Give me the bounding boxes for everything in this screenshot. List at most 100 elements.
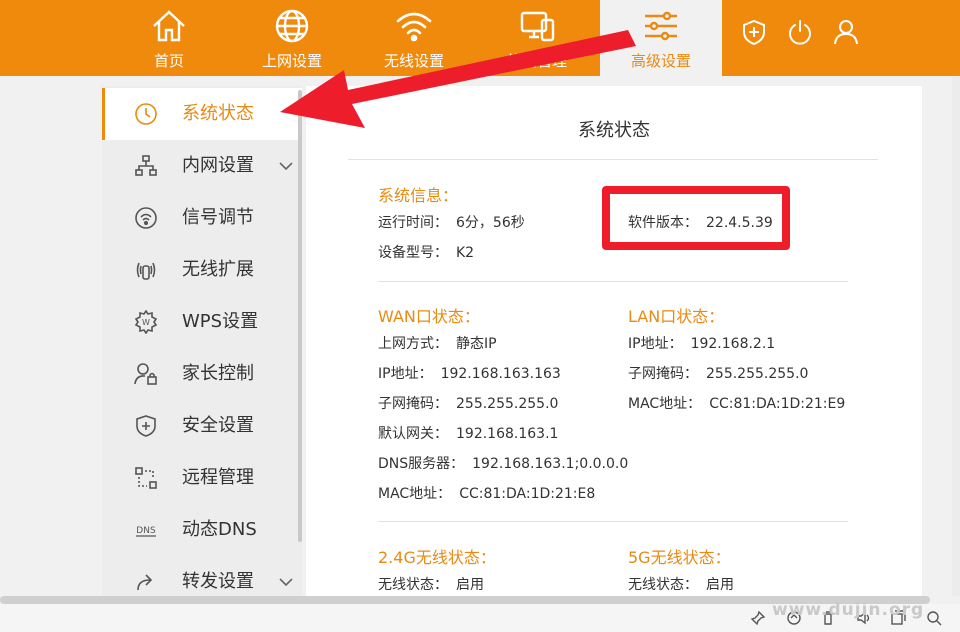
- nav-label: 终端管理: [506, 52, 567, 70]
- dns-icon: DNS: [136, 526, 156, 537]
- sliders-icon: [645, 11, 677, 41]
- network-icon: [135, 155, 157, 176]
- chevron-down-icon[interactable]: [278, 574, 294, 590]
- home-icon: [153, 10, 185, 42]
- uptime-row: 运行时间： 6分，56秒: [378, 212, 525, 232]
- page-vertical-scrollbar[interactable]: [952, 76, 960, 596]
- sidebar-item-signal-adjust[interactable]: 信号调节: [102, 192, 302, 244]
- sidebar-item-label: 远程管理: [182, 467, 254, 488]
- shield-plus-icon[interactable]: [740, 18, 768, 46]
- sidebar-item-system-status[interactable]: 系统状态: [102, 88, 302, 140]
- nav-label: 首页: [153, 52, 184, 70]
- sidebar-item-label: 系统状态: [182, 103, 254, 124]
- model-row: 设备型号： K2: [378, 242, 474, 262]
- software-version-label: 软件版本：: [628, 215, 698, 231]
- top-nav-bar: 首页 上网设置 无线设置 终端管理 高级设置: [0, 0, 960, 76]
- software-version-row: 软件版本： 22.4.5.39: [628, 212, 773, 232]
- sidebar-item-security[interactable]: 安全设置: [102, 400, 302, 452]
- sidebar-item-parental-control[interactable]: 家长控制: [102, 348, 302, 400]
- wifi-5g-status-value: 启用: [706, 577, 734, 593]
- lan-row-value: 255.255.255.0: [706, 366, 809, 382]
- lan-row-label: IP地址：: [628, 336, 683, 352]
- nav-label: 高级设置: [630, 52, 691, 70]
- wan-row-label: 子网掩码：: [378, 396, 448, 412]
- sidebar-scrollbar[interactable]: [298, 90, 302, 542]
- wan-row: 默认网关： 192.168.163.1: [378, 423, 558, 443]
- sidebar-item-ddns[interactable]: DNS 动态DNS: [102, 504, 302, 556]
- uptime-label: 运行时间：: [378, 215, 448, 231]
- sidebar-item-label: 家长控制: [182, 363, 254, 384]
- nav-advanced-settings[interactable]: 高级设置: [600, 0, 722, 76]
- chevron-down-icon[interactable]: [278, 158, 294, 174]
- wan-row-label: IP地址：: [378, 366, 433, 382]
- remote-icon: [135, 467, 157, 489]
- lan-status-title: LAN口状态：: [628, 307, 725, 326]
- software-version-value: 22.4.5.39: [706, 215, 773, 231]
- model-value: K2: [456, 245, 475, 261]
- user-icon[interactable]: [832, 18, 860, 46]
- wan-row-value: CC:81:DA:1D:21:E8: [459, 486, 596, 502]
- wifi-24g-status-value: 启用: [456, 577, 484, 593]
- lan-row: MAC地址： CC:81:DA:1D:21:E9: [628, 393, 845, 413]
- sidebar-item-label: 动态DNS: [182, 519, 257, 540]
- wan-row-value: 192.168.163.1: [456, 426, 559, 442]
- pin-icon[interactable]: [750, 610, 766, 626]
- signal-icon: [135, 207, 157, 229]
- nav-home[interactable]: 首页: [108, 0, 230, 76]
- sidebar-item-wireless-extend[interactable]: 无线扩展: [102, 244, 302, 296]
- sidebar: 系统状态 内网设置 信号调节 无线扩展 W WPS设置 家长控制 安全设置 远程…: [102, 86, 302, 596]
- section-divider: [378, 281, 848, 282]
- sidebar-item-forwarding[interactable]: 转发设置: [102, 556, 302, 596]
- wifi-24g-status-label: 无线状态：: [378, 577, 448, 593]
- wan-row-label: DNS服务器：: [378, 456, 465, 472]
- lan-row-value: CC:81:DA:1D:21:E9: [709, 396, 846, 412]
- nav-label: 上网设置: [261, 52, 322, 70]
- nav-terminal-management[interactable]: 终端管理: [476, 0, 598, 76]
- parent-lock-icon: [134, 363, 157, 385]
- sidebar-item-lan-settings[interactable]: 内网设置: [102, 140, 302, 192]
- wifi-24g-status-row: 无线状态： 启用: [378, 574, 484, 594]
- svg-text:W: W: [142, 318, 150, 327]
- main-panel: 系统状态 系统信息： 运行时间： 6分，56秒 设备型号： K2 WAN口状态： 上…: [306, 86, 922, 596]
- sidebar-item-label: 无线扩展: [182, 259, 254, 280]
- nav-internet-settings[interactable]: 上网设置: [231, 0, 353, 76]
- watermark: www.dujin.org: [772, 600, 925, 620]
- wan-row: MAC地址： CC:81:DA:1D:21:E8: [378, 483, 595, 503]
- globe-icon: [275, 9, 309, 43]
- wan-row: 子网掩码： 255.255.255.0: [378, 393, 558, 413]
- section-divider: [378, 521, 848, 522]
- svg-text:DNS: DNS: [136, 526, 156, 536]
- wifi-5g-status-label: 无线状态：: [628, 577, 698, 593]
- sidebar-item-remote-management[interactable]: 远程管理: [102, 452, 302, 504]
- wifi-5g-status-row: 无线状态： 启用: [628, 574, 734, 594]
- page-title: 系统状态: [578, 120, 650, 141]
- wifi-24g-status-title: 2.4G无线状态：: [378, 548, 496, 567]
- wifi-icon: [396, 12, 432, 42]
- wan-row: DNS服务器： 192.168.163.1;0.0.0.0: [378, 453, 628, 473]
- lan-row-label: MAC地址：: [628, 396, 702, 412]
- sidebar-item-wps[interactable]: W WPS设置: [102, 296, 302, 348]
- wan-row-value: 静态IP: [456, 336, 497, 352]
- forward-icon: [137, 574, 153, 591]
- wan-row-label: 默认网关：: [378, 426, 448, 442]
- devices-icon: [520, 11, 555, 42]
- nav-label: 无线设置: [383, 52, 444, 70]
- wan-row: 上网方式： 静态IP: [378, 333, 497, 353]
- clock-icon: [135, 103, 157, 125]
- power-icon[interactable]: [786, 18, 814, 46]
- nav-wireless-settings[interactable]: 无线设置: [353, 0, 475, 76]
- lan-row: IP地址： 192.168.2.1: [628, 333, 775, 353]
- wireless-extend-icon: [136, 262, 156, 280]
- search-icon[interactable]: [926, 610, 942, 626]
- wan-row-value: 192.168.163.163: [440, 366, 561, 382]
- lan-row: 子网掩码： 255.255.255.0: [628, 363, 808, 383]
- wan-row: IP地址： 192.168.163.163: [378, 363, 561, 383]
- lan-row-label: 子网掩码：: [628, 366, 698, 382]
- sidebar-item-label: 内网设置: [182, 155, 254, 176]
- uptime-value: 6分，56秒: [456, 215, 525, 231]
- wan-row-label: 上网方式：: [378, 336, 448, 352]
- model-label: 设备型号：: [378, 245, 448, 261]
- software-version-highlight: 软件版本： 22.4.5.39: [602, 186, 790, 250]
- wan-row-value: 255.255.255.0: [456, 396, 559, 412]
- title-divider: [348, 159, 878, 160]
